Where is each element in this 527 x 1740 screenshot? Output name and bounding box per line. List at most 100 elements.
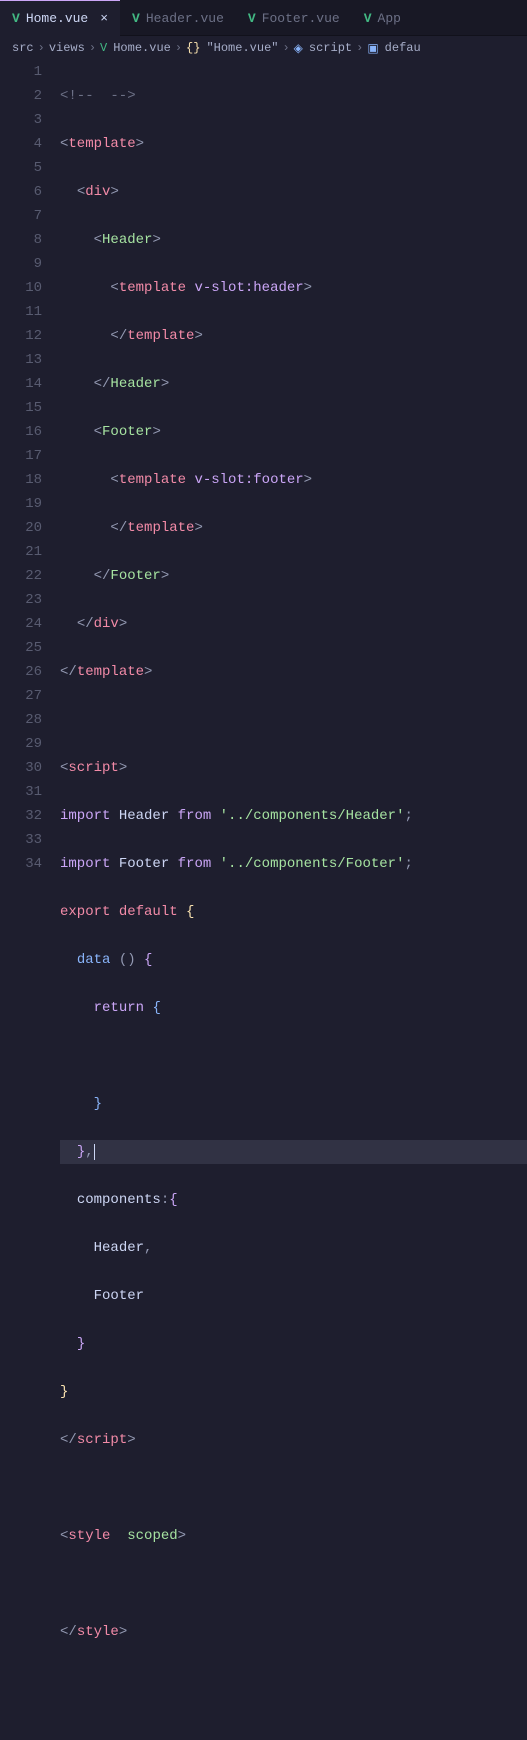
- code-token: </: [60, 1432, 77, 1448]
- code-token: <: [60, 1528, 68, 1544]
- code-token: </: [94, 376, 111, 392]
- tab-footer[interactable]: V Footer.vue: [236, 0, 352, 36]
- code-token: div: [85, 184, 110, 200]
- code-token: <: [110, 280, 118, 296]
- chevron-right-icon: ›: [89, 41, 96, 55]
- breadcrumb-item[interactable]: src: [12, 41, 34, 55]
- tab-label: App: [378, 11, 401, 26]
- breadcrumb-item[interactable]: views: [49, 41, 85, 55]
- braces-icon: {}: [186, 41, 200, 55]
- tab-header[interactable]: V Header.vue: [120, 0, 236, 36]
- code-token: </: [110, 520, 127, 536]
- cursor: [94, 1144, 95, 1160]
- code-token: {: [144, 952, 152, 968]
- chevron-right-icon: ›: [175, 41, 182, 55]
- tab-label: Footer.vue: [262, 11, 340, 26]
- code-token: default: [119, 904, 178, 920]
- code-token: script: [77, 1432, 127, 1448]
- code-token: {: [169, 1192, 177, 1208]
- code-token: data: [77, 952, 111, 968]
- tab-label: Home.vue: [26, 11, 88, 26]
- code-token: script: [68, 760, 118, 776]
- code-token: Header: [110, 808, 177, 824]
- code-token: [211, 856, 219, 872]
- code-token: >: [127, 1432, 135, 1448]
- code-token: ,: [85, 1144, 93, 1160]
- vue-icon: V: [248, 11, 256, 26]
- code-token: template: [127, 520, 194, 536]
- close-icon[interactable]: ×: [100, 11, 108, 26]
- code-token: ;: [405, 808, 413, 824]
- tab-app[interactable]: V App: [352, 0, 413, 36]
- code-token: >: [110, 184, 118, 200]
- vue-icon: V: [364, 11, 372, 26]
- code-token: [110, 1528, 127, 1544]
- code-token: ,: [144, 1240, 152, 1256]
- code-token: template: [68, 136, 135, 152]
- code-token: style: [77, 1624, 119, 1640]
- breadcrumb-item[interactable]: Home.vue: [113, 41, 171, 55]
- code-token: Header: [110, 376, 160, 392]
- code-token: import: [60, 808, 110, 824]
- code-token: template: [127, 328, 194, 344]
- code-token: from: [178, 808, 212, 824]
- code-token: components: [77, 1192, 161, 1208]
- chevron-right-icon: ›: [282, 41, 289, 55]
- code-token: >: [152, 424, 160, 440]
- code-token: </: [60, 664, 77, 680]
- code-token: }: [94, 1096, 102, 1112]
- code-area[interactable]: <!-- --> <template> <div> <Header> <temp…: [60, 60, 527, 888]
- code-token: >: [119, 1624, 127, 1640]
- code-token: v-slot:footer: [194, 472, 303, 488]
- code-token: >: [144, 664, 152, 680]
- code-token: </: [110, 328, 127, 344]
- code-token: template: [119, 280, 186, 296]
- tab-bar: V Home.vue × V Header.vue V Footer.vue V…: [0, 0, 527, 36]
- code-token: '../components/Footer': [220, 856, 405, 872]
- code-token: >: [119, 760, 127, 776]
- editor[interactable]: 1234567891011121314151617181920212223242…: [0, 60, 527, 888]
- code-token: Footer: [102, 424, 152, 440]
- code-token: [178, 904, 186, 920]
- code-token: Header: [102, 232, 152, 248]
- code-token: scoped: [127, 1528, 177, 1544]
- code-token: }: [60, 1384, 68, 1400]
- code-token: '../components/Header': [220, 808, 405, 824]
- code-token: }: [77, 1336, 85, 1352]
- code-token: <: [94, 424, 102, 440]
- code-token: }: [77, 1144, 85, 1160]
- code-token: Footer: [110, 856, 177, 872]
- code-token: v-slot:header: [194, 280, 303, 296]
- tab-home[interactable]: V Home.vue ×: [0, 0, 120, 36]
- code-token: <: [77, 184, 85, 200]
- code-token: [211, 808, 219, 824]
- code-token: >: [194, 328, 202, 344]
- code-token: style: [68, 1528, 110, 1544]
- code-token: <!-- -->: [60, 88, 136, 104]
- code-token: (): [110, 952, 144, 968]
- code-token: <: [110, 472, 118, 488]
- code-token: Footer: [110, 568, 160, 584]
- code-token: from: [178, 856, 212, 872]
- breadcrumb-item[interactable]: script: [309, 41, 352, 55]
- code-token: [144, 1000, 152, 1016]
- chevron-right-icon: ›: [356, 41, 363, 55]
- code-token: template: [119, 472, 186, 488]
- cube-icon: ◈: [294, 41, 303, 56]
- code-token: Header: [94, 1240, 144, 1256]
- code-token: {: [152, 1000, 160, 1016]
- vue-icon: V: [12, 11, 20, 26]
- code-token: Footer: [94, 1288, 144, 1304]
- code-token: ;: [405, 856, 413, 872]
- code-token: >: [161, 568, 169, 584]
- breadcrumb-item[interactable]: "Home.vue": [206, 41, 278, 55]
- chevron-right-icon: ›: [38, 41, 45, 55]
- code-token: </: [60, 1624, 77, 1640]
- code-token: </: [77, 616, 94, 632]
- line-gutter: 1234567891011121314151617181920212223242…: [0, 60, 60, 888]
- code-token: template: [77, 664, 144, 680]
- code-token: export: [60, 904, 110, 920]
- breadcrumb-item[interactable]: defau: [385, 41, 421, 55]
- code-token: <: [94, 232, 102, 248]
- code-token: :: [161, 1192, 169, 1208]
